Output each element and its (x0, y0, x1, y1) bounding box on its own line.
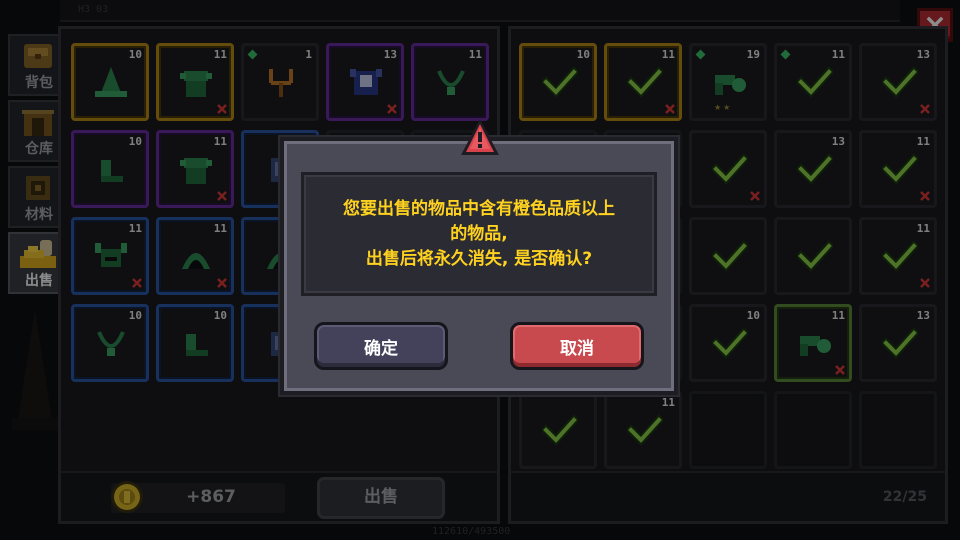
confirm-button[interactable]: 确定 (314, 322, 448, 370)
dialog-message-line: 的物品, (450, 223, 508, 244)
dialog-message-box: 您要出售的物品中含有橙色品质以上 的物品, 出售后将永久消失, 是否确认? (301, 172, 657, 296)
dialog-message-line: 您要出售的物品中含有橙色品质以上 (343, 198, 615, 219)
dialog-message: 您要出售的物品中含有橙色品质以上 的物品, 出售后将永久消失, 是否确认? (343, 197, 615, 272)
cancel-button[interactable]: 取消 (510, 322, 644, 370)
dialog-message-line: 出售后将永久消失, 是否确认? (365, 248, 593, 269)
warning-triangle-icon (461, 119, 499, 155)
